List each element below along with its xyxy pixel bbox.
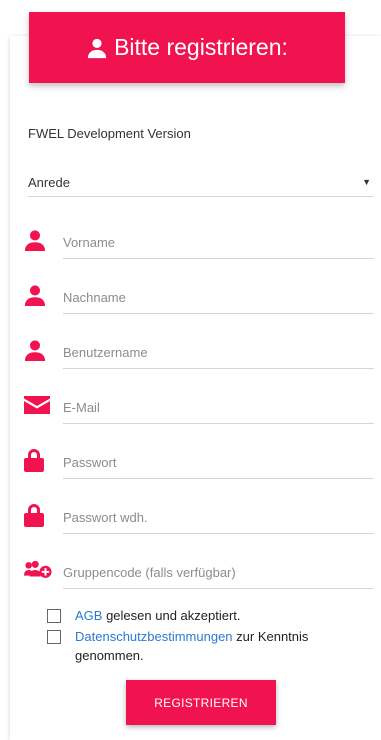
register-button[interactable]: REGISTRIEREN: [126, 680, 276, 725]
header-banner: Bitte registrieren:: [29, 12, 345, 83]
groupcode-placeholder: Gruppencode (falls verfügbar): [63, 565, 236, 580]
agb-link[interactable]: AGB: [75, 608, 102, 623]
user-icon: [24, 338, 52, 362]
agb-checkbox[interactable]: [47, 609, 61, 623]
envelope-icon: [24, 393, 52, 417]
password-placeholder: Passwort: [63, 455, 117, 470]
lock-icon: [24, 448, 52, 472]
user-icon: [24, 283, 52, 307]
dropdown-arrow-icon: ▼: [362, 177, 371, 187]
salutation-select[interactable]: Anrede ▼: [28, 170, 374, 197]
group-add-icon: [24, 558, 52, 582]
privacy-checkbox[interactable]: [47, 630, 61, 644]
password-field[interactable]: Passwort: [24, 442, 374, 479]
environment-label: FWEL Development Version: [28, 126, 191, 141]
lastname-field[interactable]: Nachname: [24, 277, 374, 314]
firstname-field[interactable]: Vorname: [24, 222, 374, 259]
agb-text: gelesen und akzeptiert.: [102, 608, 241, 623]
email-field[interactable]: E-Mail: [24, 387, 374, 424]
lastname-placeholder: Nachname: [63, 290, 126, 305]
lock-icon: [24, 503, 52, 527]
page-title: Bitte registrieren:: [114, 34, 288, 60]
firstname-placeholder: Vorname: [63, 235, 116, 250]
username-field[interactable]: Benutzername: [24, 332, 374, 369]
password-repeat-placeholder: Passwort wdh.: [63, 510, 148, 525]
password-repeat-field[interactable]: Passwort wdh.: [24, 497, 374, 534]
privacy-link[interactable]: Datenschutzbestimmungen: [75, 629, 233, 644]
email-placeholder: E-Mail: [63, 400, 100, 415]
user-icon: [24, 228, 52, 252]
groupcode-field[interactable]: Gruppencode (falls verfügbar): [24, 552, 374, 589]
user-icon: [87, 38, 107, 58]
username-placeholder: Benutzername: [63, 345, 148, 360]
salutation-value: Anrede: [28, 175, 70, 190]
